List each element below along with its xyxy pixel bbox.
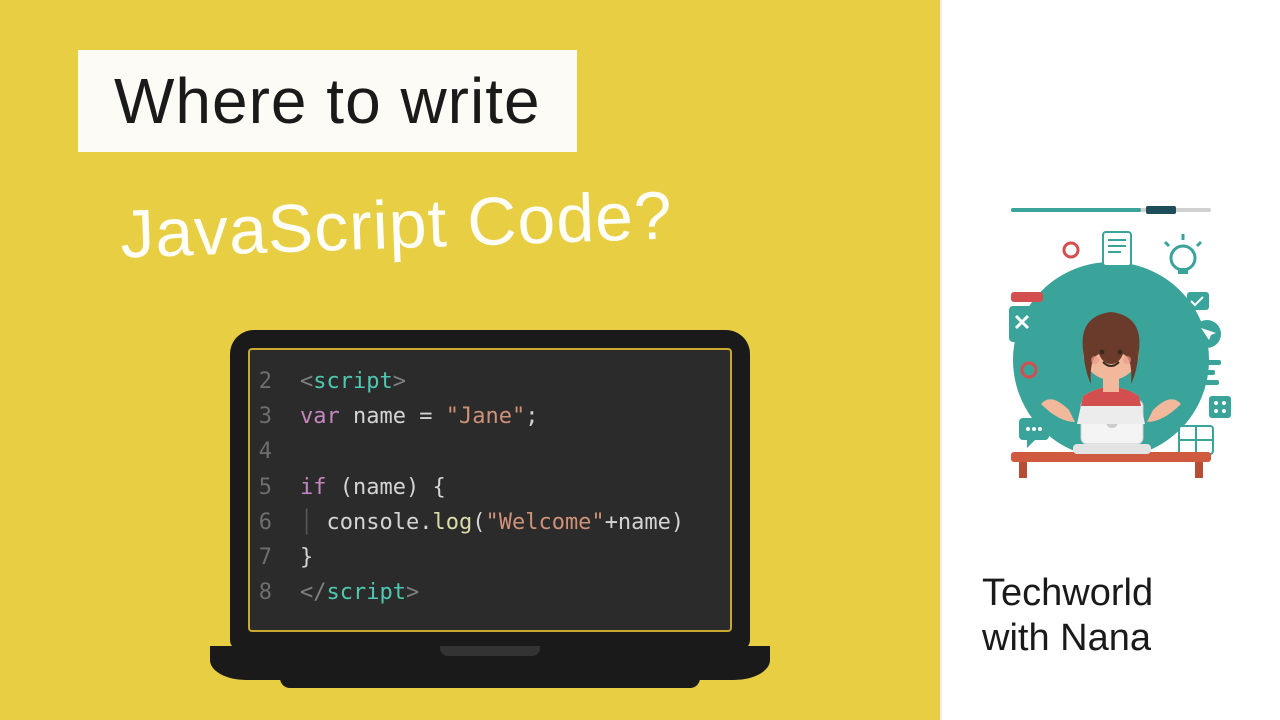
hero-panel: Where to write JavaScript Code? 2<script… — [0, 0, 940, 720]
lightbulb-icon — [1165, 234, 1201, 274]
dice-icon — [1209, 396, 1231, 418]
laptop-illustration: 2<script>3var name = "Jane";45if (name) … — [210, 330, 770, 700]
line-number: 6 — [250, 505, 290, 540]
line-number: 2 — [250, 364, 290, 399]
line-number: 8 — [250, 575, 290, 610]
cursor-icon — [1193, 320, 1221, 348]
code-line: 4 — [250, 434, 730, 469]
gear-icon — [1064, 243, 1078, 257]
brand-name: Techworld with Nana — [982, 571, 1153, 662]
bar-icon — [1011, 292, 1043, 302]
code-line: 8</script> — [250, 575, 730, 610]
brand-line-2: with Nana — [982, 616, 1153, 662]
line-content: </script> — [290, 575, 419, 610]
title-box: Where to write — [78, 50, 577, 152]
line-number: 4 — [250, 434, 290, 469]
code-line: 6│ console.log("Welcome"+name) — [250, 505, 730, 540]
checkbox-icon — [1187, 292, 1209, 310]
lines-icon — [1187, 360, 1221, 385]
line-content: <script> — [290, 364, 406, 399]
line-number: 5 — [250, 470, 290, 505]
line-content — [290, 434, 300, 469]
line-content: } — [290, 540, 313, 575]
x-card-icon — [1009, 306, 1035, 342]
laptop-notch — [440, 646, 540, 656]
chat-icon — [1019, 418, 1049, 448]
code-editor: 2<script>3var name = "Jane";45if (name) … — [248, 348, 732, 632]
line-content: if (name) { — [290, 470, 446, 505]
laptop-feet — [280, 678, 700, 688]
line-content: var name = "Jane"; — [290, 399, 538, 434]
sidebar-panel: Techworld with Nana — [940, 0, 1280, 720]
subtitle-text: JavaScript Code? — [119, 176, 674, 273]
line-content: │ console.log("Welcome"+name) — [290, 505, 684, 540]
nana-illustration — [971, 200, 1251, 480]
document-icon — [1103, 232, 1131, 266]
line-number: 3 — [250, 399, 290, 434]
code-line: 2<script> — [250, 364, 730, 399]
title-text: Where to write — [114, 65, 541, 137]
brand-line-1: Techworld — [982, 571, 1153, 617]
line-number: 7 — [250, 540, 290, 575]
grid-icon — [1179, 426, 1213, 454]
laptop-screen-frame: 2<script>3var name = "Jane";45if (name) … — [230, 330, 750, 650]
code-line: 3var name = "Jane"; — [250, 399, 730, 434]
code-line: 7} — [250, 540, 730, 575]
code-line: 5if (name) { — [250, 470, 730, 505]
laptop-base — [210, 646, 770, 680]
